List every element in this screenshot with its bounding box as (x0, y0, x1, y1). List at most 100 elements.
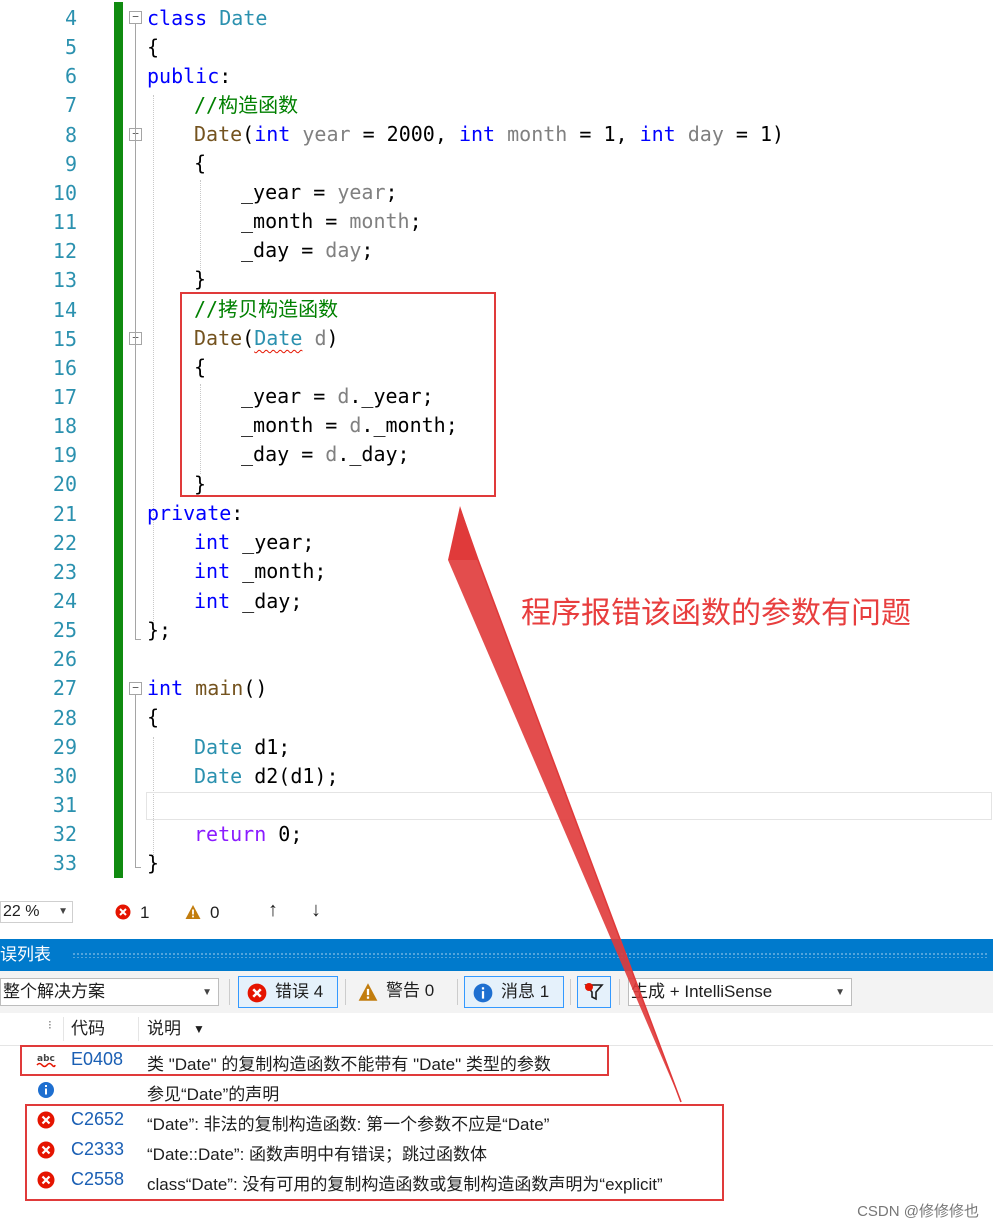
column-options-icon[interactable]: ⁝ (48, 1009, 52, 1041)
type-name: Date (194, 764, 243, 788)
chevron-down-icon: ▼ (58, 906, 68, 917)
line-number: 23 (52, 559, 77, 584)
warning-icon (358, 983, 378, 1001)
messages-filter-button[interactable]: 消息 1 (464, 976, 564, 1008)
code-line-32[interactable]: return 0; (194, 820, 302, 849)
operator: = (289, 238, 326, 262)
toolbar-separator (345, 979, 346, 1005)
watermark: CSDN @修修修也 (857, 1203, 979, 1220)
toolbar-separator (619, 979, 620, 1005)
code-line-21[interactable]: private: (147, 499, 243, 528)
chevron-down-icon: ▼ (202, 987, 212, 998)
error-list-header: ⁝ 代码 说明 ▼ (0, 1013, 993, 1046)
column-separator[interactable] (138, 1017, 139, 1041)
errors-filter-button[interactable]: 错误 4 (238, 976, 338, 1008)
code-line-7[interactable]: //构造函数 (194, 91, 298, 120)
toolbar-separator (457, 979, 458, 1005)
line-number: 9 (64, 151, 77, 176)
fold-region-end (135, 639, 141, 640)
keyword: int (194, 589, 231, 613)
indent-guide (200, 180, 201, 270)
code-line-10[interactable]: _year = year; (241, 178, 398, 207)
fold-toggle-icon[interactable]: − (129, 11, 142, 24)
filter-toggle-button[interactable] (577, 976, 611, 1008)
code-line-22[interactable]: int _year; (194, 528, 314, 557)
fold-region-end (135, 867, 141, 868)
member-declaration: _year; (230, 530, 315, 554)
column-header-code[interactable]: 代码 (71, 1013, 105, 1045)
code-line-9[interactable]: { (194, 149, 206, 178)
scope-dropdown[interactable]: 整个解决方案 ▼ (0, 978, 219, 1006)
warning-icon[interactable] (185, 904, 201, 920)
code-editor[interactable]: 4 5 6 7 8 9 10 11 12 13 14 15 16 17 18 19 20 21 22 23 24 25 26… (0, 0, 993, 895)
code-line-5[interactable]: { (147, 33, 159, 62)
column-separator[interactable] (63, 1017, 64, 1041)
code-line-33[interactable]: } (147, 849, 159, 878)
default-value: = 2000, (350, 122, 459, 146)
error-rows-highlight-box (25, 1104, 724, 1201)
warnings-filter-button[interactable]: 警告 0 (350, 976, 450, 1008)
constructor-name: Date (194, 122, 243, 146)
next-issue-button[interactable]: ↓ (311, 899, 321, 922)
function-name: main (195, 676, 244, 700)
keyword: class (147, 6, 208, 30)
current-line-highlight (146, 792, 992, 820)
line-number: 5 (64, 35, 77, 60)
variable-declaration: d1; (242, 735, 291, 759)
previous-issue-button[interactable]: ↑ (268, 899, 278, 922)
line-number: 30 (52, 763, 77, 788)
line-number: 27 (52, 676, 77, 701)
info-icon (473, 983, 493, 1003)
zoom-dropdown[interactable]: 22 % ▼ (0, 901, 73, 923)
punctuation: : (231, 501, 244, 525)
line-number: 21 (52, 501, 77, 526)
code-line-4[interactable]: class Date (147, 4, 267, 33)
code-line-25[interactable]: }; (147, 616, 171, 645)
line-number: 25 (52, 618, 77, 643)
code-line-29[interactable]: Date d1; (194, 733, 290, 762)
keyword: public (147, 64, 220, 88)
line-number: 26 (52, 647, 77, 672)
code-line-23[interactable]: int _month; (194, 557, 326, 586)
keyword: int (458, 122, 496, 146)
error-list-titlebar[interactable]: 错误列表 (0, 939, 993, 971)
info-icon (38, 1082, 54, 1098)
code-line-27[interactable]: int main() (147, 674, 267, 703)
code-line-8[interactable]: Date(int year = 2000, int month = 1, int… (194, 120, 784, 149)
parameter: day (687, 122, 724, 146)
code-line-30[interactable]: Date d2(d1); (194, 762, 339, 791)
warnings-filter-label: 警告 0 (386, 981, 435, 1000)
code-line-28[interactable]: { (147, 703, 159, 732)
filter-funnel-icon (584, 983, 604, 1001)
punctuation: ; (385, 180, 398, 204)
error-icon[interactable] (115, 904, 131, 920)
build-source-dropdown[interactable]: 生成 + IntelliSense ▼ (628, 978, 852, 1006)
parameter: month (507, 122, 568, 146)
code-line-24[interactable]: int _day; (194, 587, 302, 616)
column-header-description[interactable]: 说明 (147, 1013, 181, 1045)
annotation-text: 程序报错该函数的参数有问题 (521, 596, 911, 631)
error-list-row[interactable]: 参见“Date”的声明 (0, 1075, 993, 1105)
errors-filter-label: 错误 4 (275, 982, 324, 1001)
code-line-13[interactable]: } (194, 265, 206, 294)
parameter: year (302, 122, 351, 146)
titlebar-grip[interactable] (72, 952, 987, 958)
code-line-6[interactable]: public: (147, 62, 231, 91)
editor-status-bar: 22 % ▼ 1 0 ↑ ↓ (0, 897, 993, 929)
operator: = (313, 209, 350, 233)
keyword: int (639, 122, 676, 146)
line-number: 19 (52, 443, 77, 468)
line-number: 33 (52, 851, 77, 876)
error-row-highlight-box (20, 1045, 609, 1076)
line-number: 20 (52, 472, 77, 497)
fold-toggle-icon[interactable]: − (129, 682, 142, 695)
error-list-title: 错误列表 (0, 945, 51, 964)
code-line-11[interactable]: _month = month; (241, 207, 422, 236)
line-number: 18 (52, 414, 77, 439)
code-line-12[interactable]: _day = day; (241, 236, 373, 265)
keyword: int (254, 122, 291, 146)
line-number: 15 (52, 326, 77, 351)
sort-descending-icon[interactable]: ▼ (193, 1013, 205, 1045)
keyword: private (147, 501, 232, 525)
line-number: 24 (52, 589, 77, 613)
